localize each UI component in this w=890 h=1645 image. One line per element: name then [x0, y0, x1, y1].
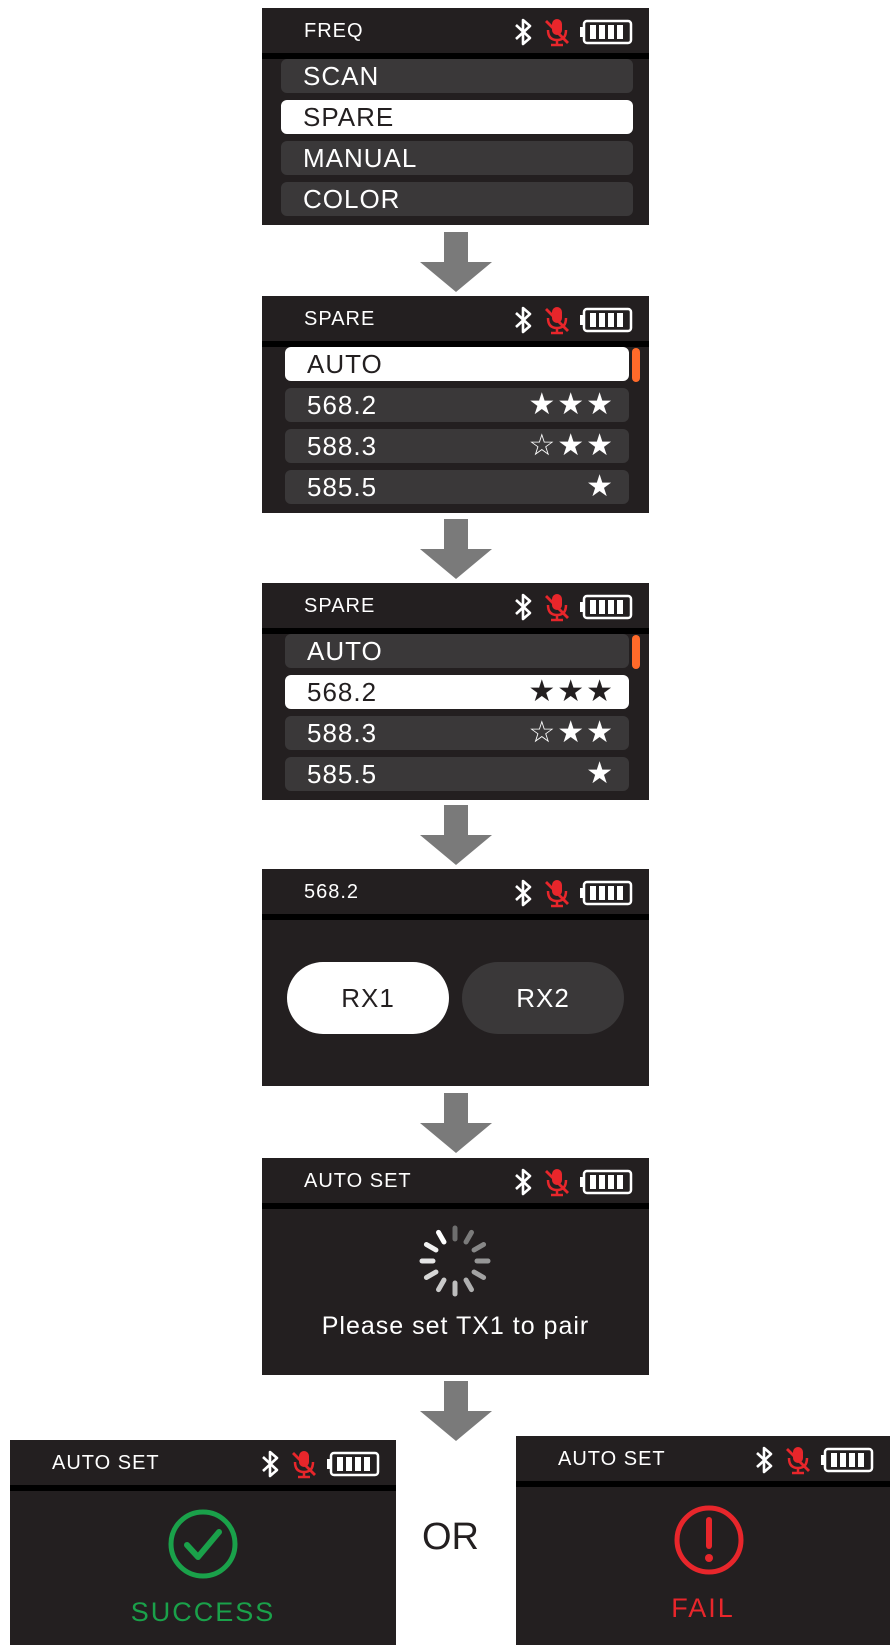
scrollbar-thumb[interactable]: [632, 635, 640, 669]
screen-title: SPARE: [304, 308, 376, 330]
menu-item-scan[interactable]: SCAN: [281, 59, 633, 93]
exclamation-circle-icon: [674, 1505, 744, 1575]
spinner-tick: [463, 1229, 474, 1245]
list-item-freq[interactable]: 585.5 ★: [285, 470, 629, 504]
signal-rating: ☆★★: [528, 716, 615, 749]
screen-auto-set-fail: AUTO SET FAIL: [516, 1436, 890, 1645]
or-label: OR: [422, 1516, 479, 1558]
flow-arrow-down-icon: [420, 1093, 492, 1153]
screen-rx-select: 568.2 RX1 RX2: [262, 869, 649, 1086]
screen-title: SPARE: [304, 595, 376, 617]
screen-header: SPARE: [262, 296, 649, 341]
list-item-freq[interactable]: 568.2 ★★★: [285, 675, 629, 709]
spinner-tick: [471, 1269, 487, 1280]
list-item-freq[interactable]: 568.2 ★★★: [285, 388, 629, 422]
screen-title: 568.2: [304, 881, 360, 903]
screen-title: AUTO SET: [304, 1170, 412, 1192]
flow-arrow-down-icon: [420, 519, 492, 579]
list-item-freq[interactable]: 585.5 ★: [285, 757, 629, 791]
spinner-tick: [463, 1277, 474, 1293]
screen-header: FREQ: [262, 8, 649, 53]
rx2-button[interactable]: RX2: [462, 962, 624, 1034]
screen-title: FREQ: [304, 20, 364, 42]
spinner-tick: [423, 1242, 439, 1253]
header-divider: [516, 1481, 890, 1487]
rx1-button[interactable]: RX1: [287, 962, 449, 1034]
menu-item-color[interactable]: COLOR: [281, 182, 633, 216]
screen-spare-auto: SPARE AUTO 568.2 ★★★ 588.3 ☆★★ 585.5 ★: [262, 296, 649, 513]
screen-header: SPARE: [262, 583, 649, 628]
screen-title: AUTO SET: [558, 1448, 666, 1470]
screen-freq-menu: FREQ SCAN SPARE MANUAL COLOR: [262, 8, 649, 225]
scrollbar-thumb[interactable]: [632, 348, 640, 382]
screen-auto-set-pairing: AUTO SET Please set TX1 to pair: [262, 1158, 649, 1375]
list-item-auto[interactable]: AUTO: [285, 347, 629, 381]
spinner-tick: [423, 1269, 439, 1280]
list-item-freq[interactable]: 588.3 ☆★★: [285, 716, 629, 750]
spinner-tick: [436, 1229, 447, 1245]
signal-rating: ☆★★: [528, 429, 615, 462]
header-divider: [262, 914, 649, 920]
loading-spinner-icon: [419, 1225, 491, 1297]
spinner-tick: [471, 1242, 487, 1253]
signal-rating: ★: [586, 470, 615, 503]
screen-auto-set-success: AUTO SET SUCCESS: [10, 1440, 396, 1645]
check-circle-icon: [168, 1509, 238, 1579]
status-text-fail: FAIL: [671, 1593, 735, 1623]
flow-arrow-down-icon: [420, 1381, 492, 1441]
screen-title: AUTO SET: [52, 1452, 160, 1474]
menu-item-spare[interactable]: SPARE: [281, 100, 633, 134]
menu-item-manual[interactable]: MANUAL: [281, 141, 633, 175]
signal-rating: ★: [586, 757, 615, 790]
spinner-tick: [436, 1277, 447, 1293]
screen-header: AUTO SET: [10, 1440, 396, 1485]
flow-arrow-down-icon: [420, 232, 492, 292]
list-item-freq[interactable]: 588.3 ☆★★: [285, 429, 629, 463]
list-item-auto[interactable]: AUTO: [285, 634, 629, 668]
header-divider: [10, 1485, 396, 1491]
screen-spare-freq: SPARE AUTO 568.2 ★★★ 588.3 ☆★★ 585.5 ★: [262, 583, 649, 800]
signal-rating: ★★★: [528, 388, 615, 421]
screen-header: AUTO SET: [516, 1436, 890, 1481]
header-divider: [262, 1203, 649, 1209]
screen-header: AUTO SET: [262, 1158, 649, 1203]
flow-arrow-down-icon: [420, 805, 492, 865]
signal-rating: ★★★: [528, 675, 615, 708]
pairing-message: Please set TX1 to pair: [321, 1312, 590, 1340]
status-text-success: SUCCESS: [130, 1597, 276, 1627]
screen-header: 568.2: [262, 869, 649, 914]
